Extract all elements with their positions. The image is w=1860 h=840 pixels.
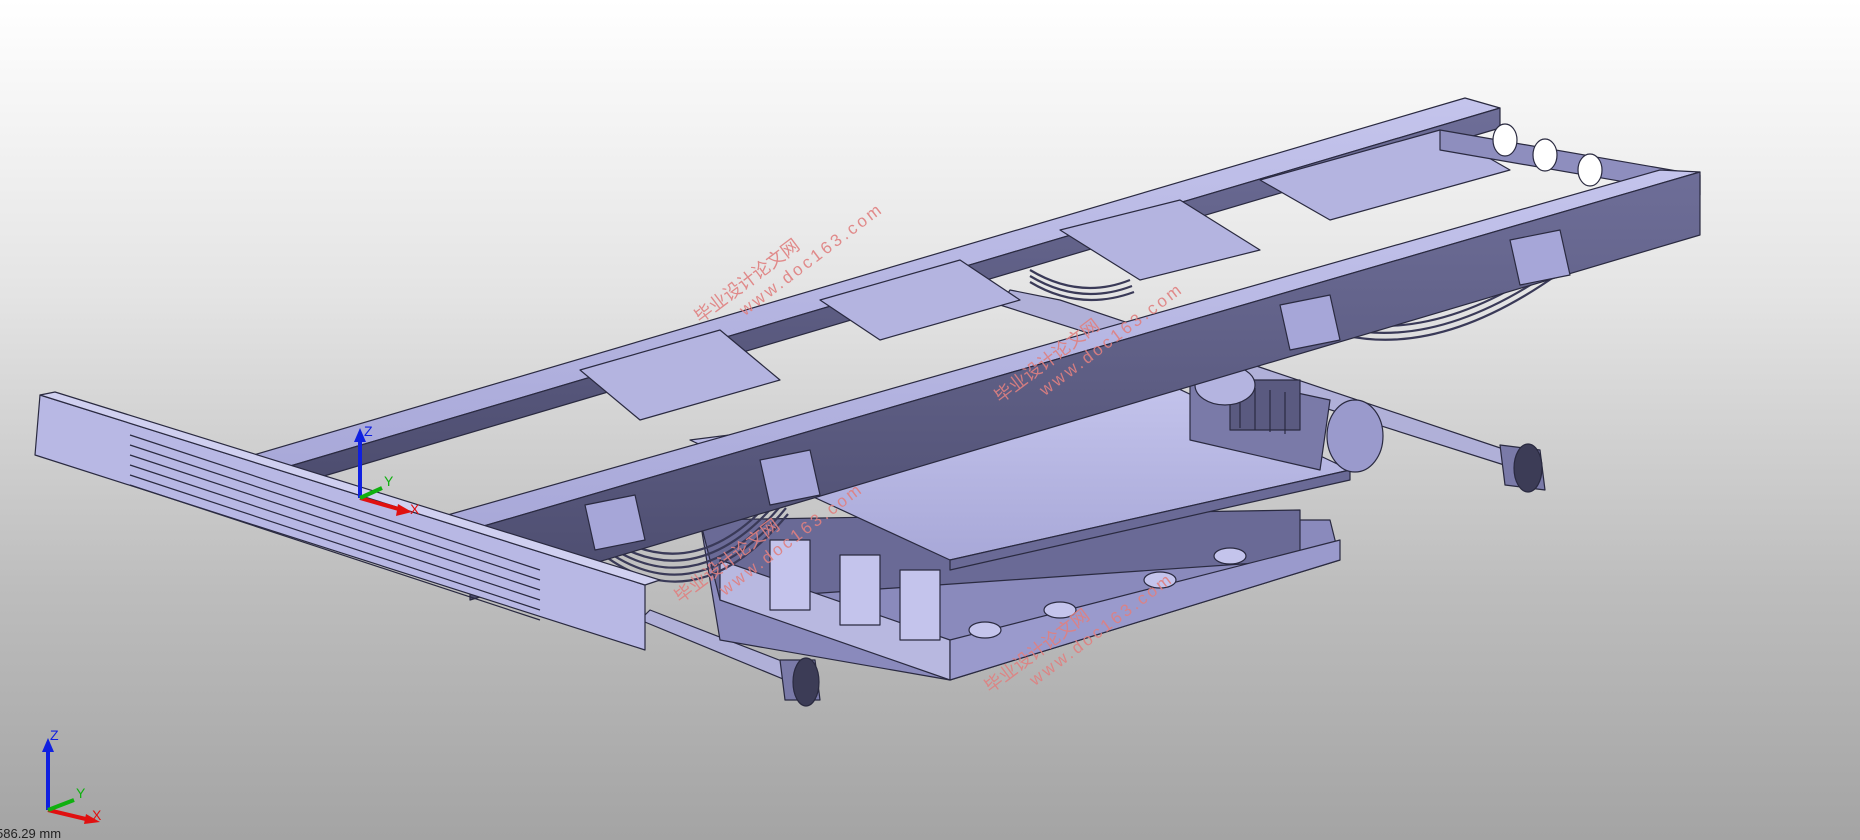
triad-label-x: X: [410, 501, 420, 517]
corner-label-x: X: [92, 807, 102, 823]
corner-label-y: Y: [76, 785, 86, 801]
triad-label-y: Y: [384, 473, 394, 489]
triad-label-z: Z: [364, 423, 373, 439]
scale-readout: 586.29 mm: [0, 826, 62, 840]
corner-label-z: Z: [50, 727, 59, 743]
axis-triad-icon: Z Y X: [354, 423, 420, 517]
3d-viewport[interactable]: 毕业设计论文网 www.doc163.com 毕业设计论文网 www.doc16…: [0, 0, 1860, 840]
axis-triad-icon: Z Y X: [42, 727, 102, 824]
chassis-model[interactable]: [0, 0, 1860, 840]
